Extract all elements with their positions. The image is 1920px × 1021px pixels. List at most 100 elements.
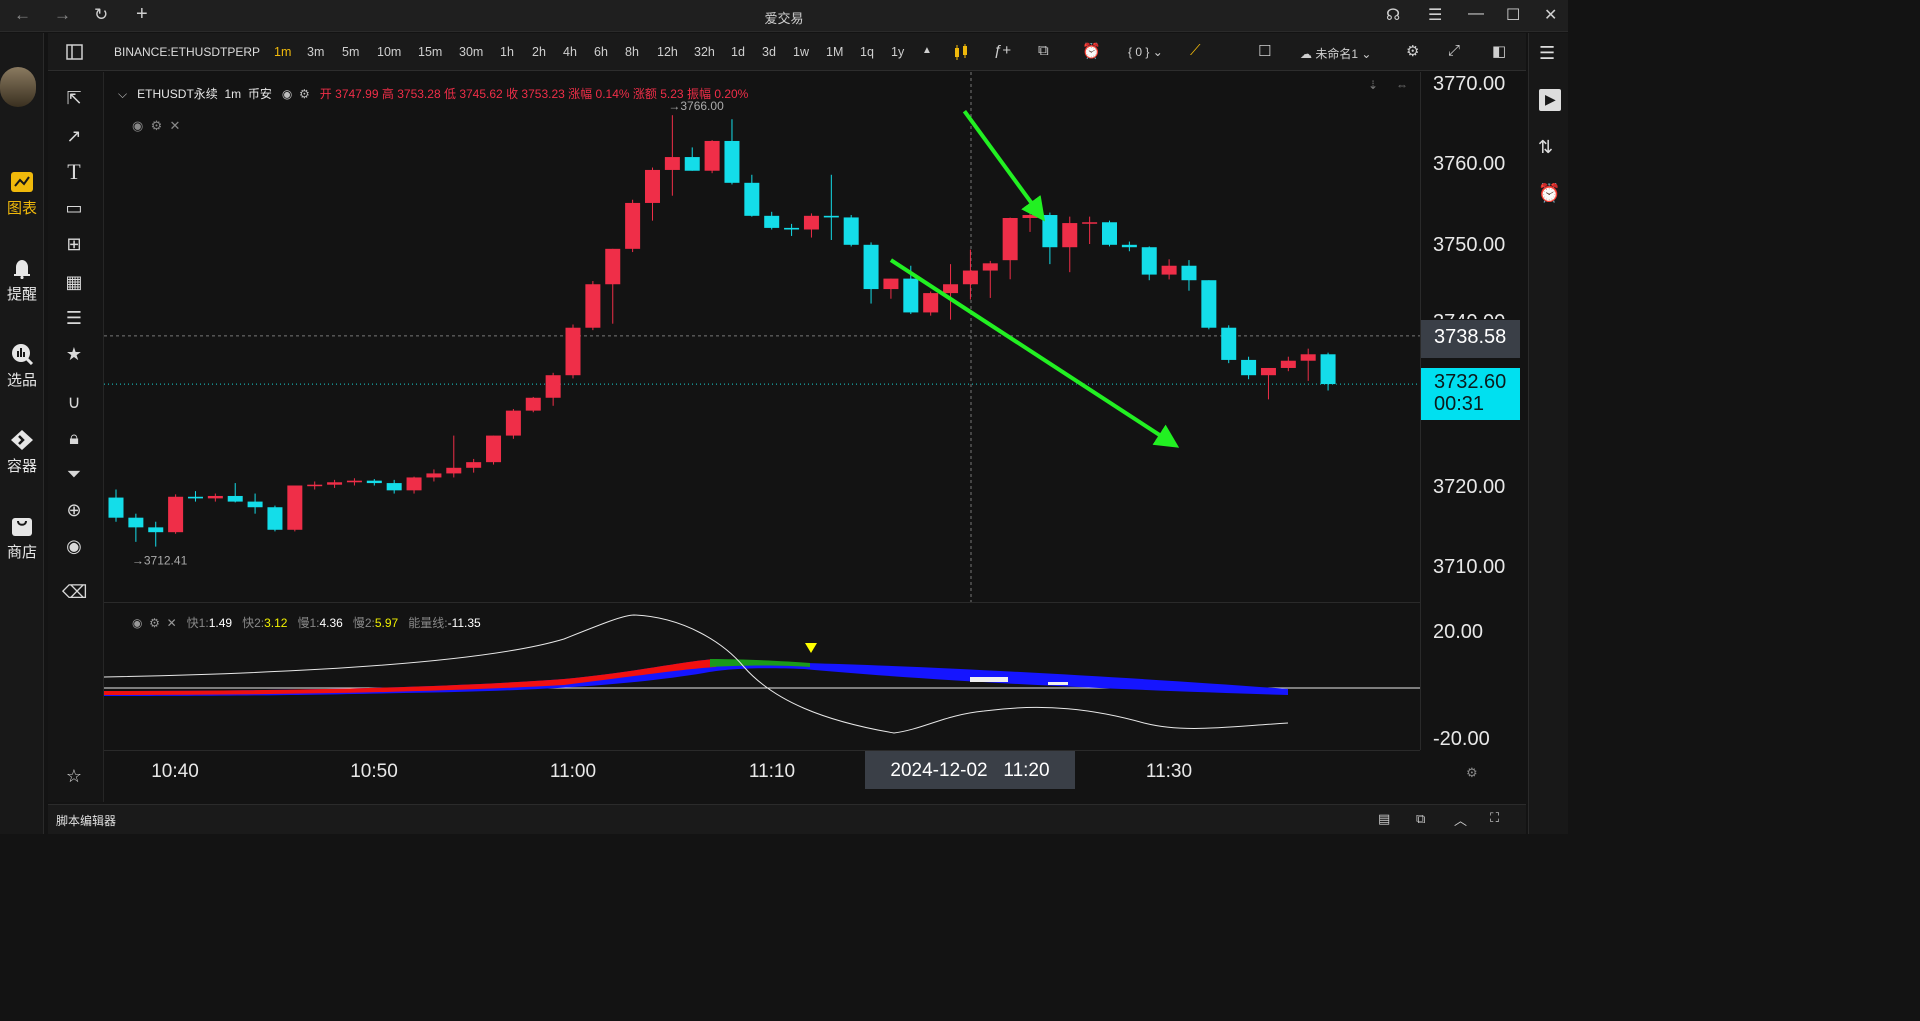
nav-picker[interactable]: 选品 (0, 343, 44, 390)
filter-icon[interactable]: ⏷ (62, 462, 86, 486)
nav-chart[interactable]: 图表 (0, 171, 44, 218)
candle[interactable] (823, 174, 839, 240)
candle[interactable] (128, 513, 144, 542)
trendline-icon[interactable]: ↗ (62, 124, 86, 148)
candle[interactable] (1320, 352, 1336, 391)
candle[interactable] (1082, 216, 1098, 244)
watchlist-icon[interactable]: ☰ (1539, 43, 1555, 64)
candle[interactable] (1121, 241, 1137, 252)
candle[interactable] (307, 481, 323, 490)
candle[interactable] (863, 242, 879, 304)
timeframe-3d[interactable]: 3d (762, 45, 776, 59)
candle[interactable] (267, 505, 283, 532)
drawing-template-icon[interactable]: ⟋ (1190, 42, 1201, 59)
layout-save-button[interactable]: ☁ 未命名1 ⌄ (1300, 45, 1371, 62)
candle[interactable] (327, 479, 343, 488)
candle[interactable] (1062, 216, 1078, 273)
trade-icon[interactable]: ⇅ (1538, 137, 1553, 158)
script-editor-tab[interactable]: 脚本编辑器 (56, 812, 116, 829)
candle[interactable] (1002, 217, 1018, 280)
trend-arrow[interactable] (962, 109, 1046, 222)
sidebar-toggle-icon[interactable] (66, 44, 83, 60)
indicator-icon[interactable]: ƒ+ (994, 42, 1011, 59)
settings-icon[interactable]: ⚙ (1406, 42, 1419, 60)
overlay-remove-icon[interactable]: ✕ (169, 118, 180, 133)
candle-type-icon[interactable] (952, 43, 970, 61)
star-icon[interactable]: ☆ (62, 764, 86, 788)
timeframe-15m[interactable]: 15m (418, 45, 442, 59)
indicator-visibility-icon[interactable]: ◉ (132, 616, 142, 630)
nav-store[interactable]: 商店 (0, 515, 44, 562)
candle[interactable] (923, 291, 939, 316)
candle[interactable] (187, 491, 203, 502)
cursor-icon[interactable]: ⇱ (62, 86, 86, 110)
chart-fit-icon[interactable]: ⇔ (1396, 78, 1408, 92)
candle[interactable] (704, 140, 720, 174)
timeframe-more-icon[interactable]: ▲ (922, 45, 932, 56)
hide-icon[interactable]: ◉ (62, 534, 86, 558)
candle[interactable] (1260, 367, 1276, 400)
candle[interactable] (625, 199, 641, 253)
timeframe-12h[interactable]: 12h (657, 45, 678, 59)
timeframe-5m[interactable]: 5m (342, 45, 359, 59)
time-axis[interactable]: 10:40 10:50 11:00 11:10 11:30 2024-12-02… (104, 750, 1478, 796)
timeframe-1y[interactable]: 1y (891, 45, 904, 59)
price-axis[interactable]: 3770.00 3760.00 3750.00 3740.00 3720.00 … (1420, 72, 1526, 750)
candle[interactable] (446, 435, 462, 478)
minimize-icon[interactable]: — (1468, 5, 1484, 23)
collapse-panel-icon[interactable]: ︿ (1454, 810, 1467, 829)
candle[interactable] (168, 494, 184, 534)
trend-arrow[interactable] (889, 258, 1180, 448)
candle[interactable] (883, 278, 899, 299)
timeframe-1w[interactable]: 1w (793, 45, 809, 59)
support-icon[interactable]: ☊ (1386, 5, 1400, 25)
candle[interactable] (744, 174, 760, 217)
timeframe-2h[interactable]: 2h (532, 45, 546, 59)
timeframe-30m[interactable]: 30m (459, 45, 483, 59)
candle[interactable] (982, 260, 998, 298)
timeframe-1m[interactable]: 1m (274, 45, 291, 59)
candle[interactable] (1300, 348, 1316, 381)
candle[interactable] (1221, 325, 1237, 364)
timeframe-32h[interactable]: 32h (694, 45, 715, 59)
maximize-panel-icon[interactable]: ⛶ (1490, 810, 1499, 826)
candle[interactable] (585, 281, 601, 331)
candle[interactable] (962, 249, 978, 300)
candle[interactable] (1181, 260, 1197, 291)
candle[interactable] (505, 409, 521, 439)
timeframe-8h[interactable]: 8h (625, 45, 639, 59)
candle[interactable] (784, 223, 800, 236)
measure-icon[interactable]: ⊞ (62, 232, 86, 256)
fib-icon[interactable]: ☰ (62, 306, 86, 330)
indicator-count-button[interactable]: { 0 } ⌄ (1128, 45, 1163, 59)
overlay-settings-icon[interactable]: ⚙ (151, 118, 163, 133)
axis-settings-icon[interactable]: ⚙ (1466, 765, 1478, 781)
panel-icon[interactable]: ▤ (1378, 811, 1390, 827)
rectangle-icon[interactable]: ▭ (62, 196, 86, 220)
candle[interactable] (644, 167, 660, 221)
candle[interactable] (843, 215, 859, 247)
candle[interactable] (605, 248, 621, 324)
timeframe-10m[interactable]: 10m (377, 45, 401, 59)
candle[interactable] (803, 213, 819, 238)
timeframe-1M[interactable]: 1M (826, 45, 843, 59)
avatar[interactable] (0, 67, 36, 107)
magnet-icon[interactable]: ∪ (62, 390, 86, 414)
expand-icon[interactable]: ⤢ (1448, 42, 1460, 59)
compare-icon[interactable]: ⧉ (1038, 42, 1049, 59)
alert-add-icon[interactable]: ⏰ (1082, 42, 1101, 60)
candle[interactable] (1161, 259, 1177, 280)
candle[interactable] (486, 435, 502, 465)
favorite-icon[interactable]: ★ (62, 342, 86, 366)
legend-settings-icon[interactable]: ⚙ (299, 87, 310, 101)
candle[interactable] (1141, 246, 1157, 281)
indicator-pane[interactable]: ◉ ⚙ ✕ 快1:1.49 快2:3.12 慢1:4.36 慢2:5.97 能量… (103, 602, 1420, 750)
candle[interactable] (664, 115, 680, 196)
legend-visibility-icon[interactable]: ◉ (282, 87, 292, 101)
timeframe-1d[interactable]: 1d (731, 45, 745, 59)
alarm-icon[interactable]: ⏰ (1538, 183, 1560, 204)
right-panel-toggle-icon[interactable]: ◧ (1492, 42, 1506, 60)
candle[interactable] (724, 119, 740, 185)
candle[interactable] (1280, 356, 1296, 372)
nav-container[interactable]: 容器 (0, 429, 44, 476)
